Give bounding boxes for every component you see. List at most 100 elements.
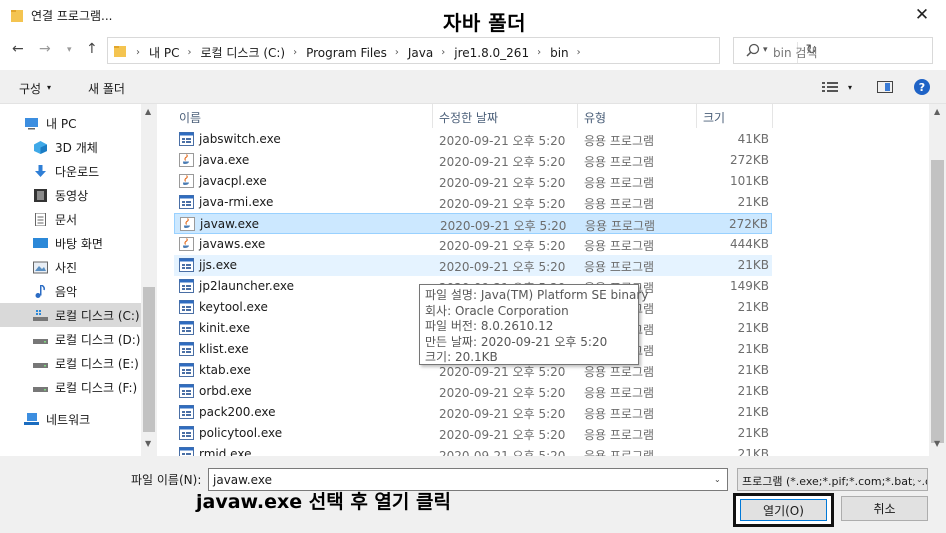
sidebar-item-music[interactable]: 음악 [0,279,141,303]
exe-icon [179,279,194,293]
column-header-name[interactable]: 이름 [179,109,201,126]
scroll-up-icon[interactable]: ▲ [145,107,151,116]
column-divider[interactable] [696,104,697,128]
search-input[interactable]: bin 검색 [733,37,933,64]
chevron-down-icon[interactable]: ▾ [848,83,852,92]
file-row[interactable]: pack200.exe 2020-09-21 오후 5:20 응용 프로그램 21KB [174,402,772,423]
preview-pane-button[interactable] [877,81,893,93]
sidebar-item-this-pc[interactable]: 내 PC [0,111,141,135]
forward-button[interactable]: → [39,41,51,57]
breadcrumb-separator[interactable]: › [577,47,581,58]
chevron-down-icon: ▾ [47,83,52,92]
sidebar-item-3d-objects[interactable]: 3D 개체 [0,135,141,159]
scrollbar-thumb[interactable] [143,287,155,432]
column-header-type[interactable]: 유형 [584,109,606,126]
cancel-button[interactable]: 취소 [841,496,928,521]
file-date: 2020-09-21 오후 5:20 [439,176,566,190]
file-type: 응용 프로그램 [584,134,655,148]
close-button[interactable]: ✕ [905,2,939,28]
sidebar-item-drive-f[interactable]: 로컬 디스크 (F:) [0,375,141,399]
exe-icon [179,195,194,209]
file-row[interactable]: java.exe 2020-09-21 오후 5:20 응용 프로그램 272KB [174,150,772,171]
tooltip-created: 만든 날짜: 2020-09-21 오후 5:20 [425,334,608,349]
file-row[interactable]: rmid.exe 2020-09-21 오후 5:20 응용 프로그램 21KB [174,444,772,456]
tooltip-company: 회사: Oracle Corporation [425,303,569,318]
command-toolbar: 구성 ▾ 새 폴더 ▾ ? [0,70,946,104]
sidebar-scrollbar[interactable]: ▲ ▼ [141,104,157,456]
file-row[interactable]: javacpl.exe 2020-09-21 오후 5:20 응용 프로그램 101K… [174,171,772,192]
file-row[interactable]: javaw.exe 2020-09-21 오후 5:20 응용 프로그램 272KB [174,213,772,234]
breadcrumb-item[interactable]: Program Files [306,46,387,60]
search-placeholder: bin 검색 [773,46,818,60]
scroll-up-icon[interactable]: ▲ [934,107,940,116]
sidebar-item-drive-e[interactable]: 로컬 디스크 (E:) [0,351,141,375]
sidebar-item-drive-d[interactable]: 로컬 디스크 (D:) [0,327,141,351]
open-button[interactable]: 열기(O) [740,499,827,521]
sidebar-item-videos[interactable]: 동영상 [0,183,141,207]
file-type: 응용 프로그램 [584,386,655,400]
file-type: 응용 프로그램 [584,239,655,253]
file-list-scrollbar[interactable]: ▲ ▼ [929,104,946,456]
scroll-down-icon[interactable]: ▼ [145,439,151,448]
breadcrumb-item[interactable]: 로컬 디스크 (C:) [200,44,285,61]
file-type: 응용 프로그램 [584,197,655,211]
file-row[interactable]: jjs.exe 2020-09-21 오후 5:20 응용 프로그램 21KB [174,255,772,276]
sidebar-item-label: 음악 [55,284,78,299]
breadcrumb-item[interactable]: Java [408,46,433,60]
up-button[interactable]: ↑ [86,41,98,57]
view-options-icon[interactable] [822,81,838,93]
exe-icon [179,342,194,356]
file-row[interactable]: orbd.exe 2020-09-21 오후 5:20 응용 프로그램 21KB [174,381,772,402]
file-type-select[interactable]: 프로그램 (*.exe;*.pif;*.com;*.bat;*.cmd) ⌄ [737,468,928,491]
sidebar-item-desktop[interactable]: 바탕 화면 [0,231,141,255]
address-bar[interactable]: › 내 PC › 로컬 디스크 (C:) › Program Files › J… [107,37,817,64]
organize-button[interactable]: 구성 [19,80,41,97]
file-date: 2020-09-21 오후 5:20 [439,407,566,421]
sidebar-item-documents[interactable]: 문서 [0,207,141,231]
file-row[interactable]: javaws.exe 2020-09-21 오후 5:20 응용 프로그램 444KB [174,234,772,255]
sort-ascending-icon: ^ [299,104,307,111]
chevron-down-icon[interactable]: ⌄ [714,475,721,484]
breadcrumb-item[interactable]: jre1.8.0_261 [454,46,529,60]
back-button[interactable]: ← [12,41,24,57]
breadcrumb-separator[interactable]: › [187,47,191,58]
sidebar-item-pictures[interactable]: 사진 [0,255,141,279]
breadcrumb-separator[interactable]: › [293,47,297,58]
file-name: policytool.exe [199,426,283,440]
file-size: 272KB [728,217,768,231]
sidebar-item-downloads[interactable]: 다운로드 [0,159,141,183]
breadcrumb-separator[interactable]: › [537,47,541,58]
file-type: 응용 프로그램 [584,365,655,379]
scroll-down-icon[interactable]: ▼ [934,439,940,448]
breadcrumb-separator[interactable]: › [441,47,445,58]
file-row[interactable]: jabswitch.exe 2020-09-21 오후 5:20 응용 프로그램 41… [174,129,772,150]
column-divider[interactable] [772,104,773,128]
file-name: klist.exe [199,342,249,356]
file-size: 149KB [729,279,769,293]
sidebar-item-drive-c[interactable]: 로컬 디스크 (C:) [0,303,141,327]
column-header-date[interactable]: 수정한 날짜 [439,109,498,126]
sidebar-item-label: 로컬 디스크 (C:) [55,308,140,323]
file-date: 2020-09-21 오후 5:20 [440,219,567,233]
recent-locations-button[interactable]: ▾ [67,45,72,55]
file-date: 2020-09-21 오후 5:20 [439,239,566,253]
sidebar-item-label: 바탕 화면 [55,236,103,251]
file-row[interactable]: policytool.exe 2020-09-21 오후 5:20 응용 프로그램 2… [174,423,772,444]
new-folder-button[interactable]: 새 폴더 [88,80,125,97]
column-divider[interactable] [432,104,433,128]
file-size: 21KB [737,195,769,209]
breadcrumb-item[interactable]: bin [550,46,569,60]
help-button[interactable]: ? [914,79,930,95]
file-name: kinit.exe [199,321,251,335]
column-header-size[interactable]: 크기 [703,109,725,126]
file-row[interactable]: java-rmi.exe 2020-09-21 오후 5:20 응용 프로그램 21K… [174,192,772,213]
sidebar-item-network[interactable]: 네트워크 [0,407,141,431]
breadcrumb-separator[interactable]: › [395,47,399,58]
sidebar-item-label: 다운로드 [55,164,100,179]
breadcrumb-item[interactable]: 내 PC [149,44,179,61]
breadcrumb-separator[interactable]: › [136,47,140,58]
scrollbar-thumb[interactable] [931,160,944,443]
column-divider[interactable] [577,104,578,128]
file-type: 응용 프로그램 [584,155,655,169]
sidebar-item-label: 문서 [55,212,78,227]
